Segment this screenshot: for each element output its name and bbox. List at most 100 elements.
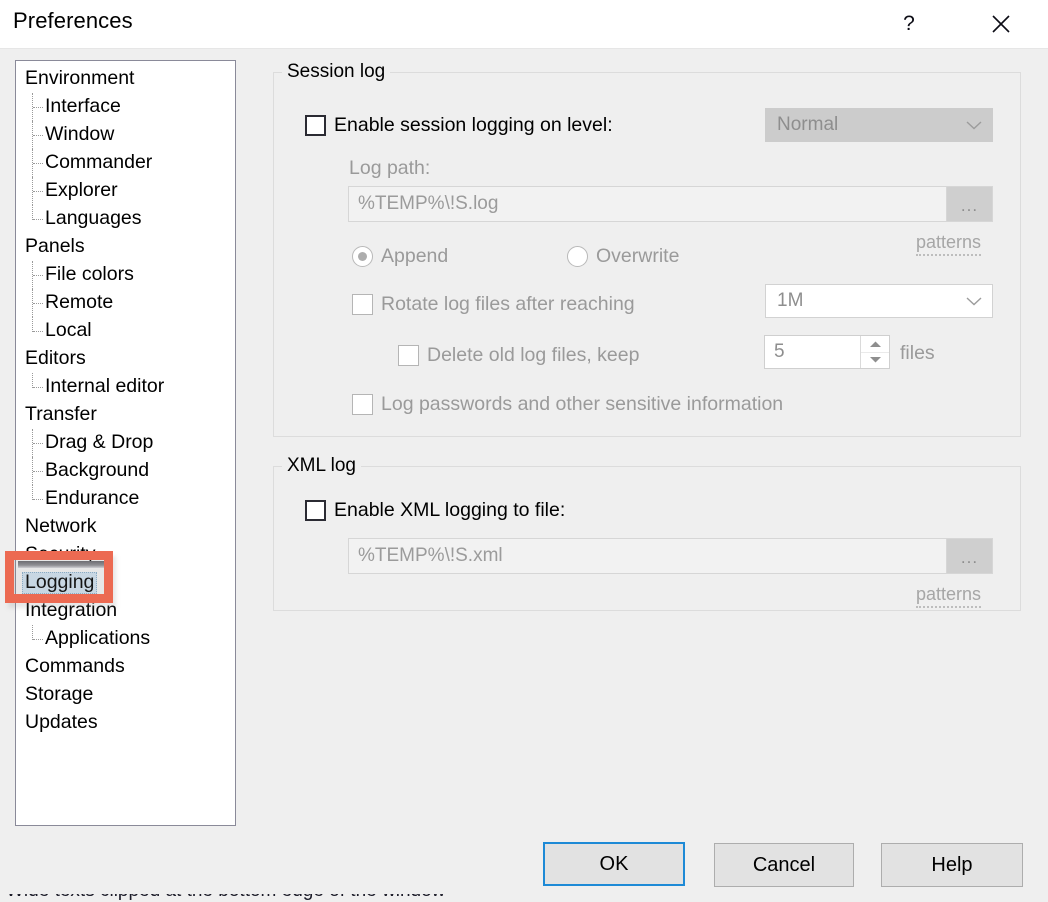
- sidebar-item-label: Endurance: [42, 489, 142, 509]
- sidebar-item-commander[interactable]: Commander: [16, 149, 155, 177]
- sidebar-item-explorer[interactable]: Explorer: [16, 177, 121, 205]
- sidebar-item-label: Editors: [22, 349, 89, 369]
- append-label: Append: [381, 245, 448, 268]
- enable-xml-logging-checkbox[interactable]: [305, 500, 326, 521]
- sidebar-item-file-colors[interactable]: File colors: [16, 261, 137, 289]
- overwrite-radio-row[interactable]: Overwrite: [567, 245, 679, 268]
- triangle-down-icon: [869, 356, 882, 364]
- append-radio-row[interactable]: Append: [352, 245, 448, 268]
- log-passwords-row[interactable]: Log passwords and other sensitive inform…: [352, 393, 783, 416]
- preferences-category-tree[interactable]: Environment Interface Window Commander Explo…: [15, 60, 236, 826]
- overwrite-label: Overwrite: [596, 245, 679, 268]
- sidebar-item-network[interactable]: Network: [16, 513, 100, 541]
- sidebar-item-label: Drag & Drop: [42, 433, 156, 453]
- help-footer-button[interactable]: Help: [881, 843, 1023, 887]
- delete-old-log-files-checkbox[interactable]: [398, 345, 419, 366]
- sidebar-item-remote[interactable]: Remote: [16, 289, 116, 317]
- selection-shadow-bar: [18, 561, 106, 568]
- sidebar-item-label: Background: [42, 461, 152, 481]
- spinner-up-button[interactable]: [861, 336, 889, 353]
- enable-session-logging-checkbox[interactable]: [305, 115, 326, 136]
- sidebar-item-label: Explorer: [42, 181, 121, 201]
- chevron-down-icon: [966, 121, 982, 130]
- sidebar-item-label: File colors: [42, 265, 137, 285]
- chevron-down-icon: [966, 297, 982, 306]
- keep-files-spin-buttons[interactable]: [860, 336, 889, 368]
- sidebar-item-local[interactable]: Local: [16, 317, 95, 345]
- sidebar-item-label: Updates: [22, 713, 101, 733]
- sidebar-item-background[interactable]: Background: [16, 457, 152, 485]
- sidebar-item-label: Panels: [22, 237, 88, 257]
- close-icon: [990, 13, 1012, 35]
- bottom-clipped-text: Wide texts clipped at the bottom edge of…: [0, 894, 1048, 902]
- sidebar-item-commands[interactable]: Commands: [16, 653, 128, 681]
- xml-log-path-value: %TEMP%\!S.xml: [349, 539, 946, 573]
- sidebar-item-label: Internal editor: [42, 377, 167, 397]
- sidebar-item-languages[interactable]: Languages: [16, 205, 145, 233]
- sidebar-item-applications[interactable]: Applications: [16, 625, 153, 653]
- xml-log-path-browse-button[interactable]: ...: [946, 539, 992, 573]
- ok-button-label: OK: [600, 853, 629, 876]
- enable-xml-logging-label: Enable XML logging to file:: [334, 499, 565, 522]
- cancel-button-label: Cancel: [753, 854, 815, 877]
- log-path-label: Log path:: [349, 157, 430, 180]
- close-button[interactable]: [978, 0, 1024, 47]
- files-unit-label: files: [900, 342, 935, 365]
- rotate-log-files-checkbox[interactable]: [352, 294, 373, 315]
- sidebar-item-environment[interactable]: Environment: [16, 65, 137, 93]
- sidebar-item-label: Window: [42, 125, 117, 145]
- enable-session-logging-label: Enable session logging on level:: [334, 114, 613, 137]
- sidebar-item-interface[interactable]: Interface: [16, 93, 124, 121]
- sidebar-item-label: Applications: [42, 629, 153, 649]
- keep-files-value: 5: [765, 336, 860, 368]
- sidebar-item-updates[interactable]: Updates: [16, 709, 101, 737]
- sidebar-item-label: Interface: [42, 97, 124, 117]
- sidebar-item-storage[interactable]: Storage: [16, 681, 96, 709]
- sidebar-item-label: Storage: [22, 685, 96, 705]
- session-log-level-value: Normal: [777, 114, 838, 136]
- rotate-log-files-row[interactable]: Rotate log files after reaching: [352, 293, 635, 316]
- rotate-size-combo[interactable]: 1M: [765, 284, 993, 318]
- session-log-group-title: Session log: [282, 61, 390, 83]
- session-log-level-combo[interactable]: Normal: [765, 108, 993, 142]
- cancel-button[interactable]: Cancel: [714, 843, 854, 887]
- sidebar-item-label: Commands: [22, 657, 128, 677]
- help-button-label: Help: [931, 854, 972, 877]
- overwrite-radio[interactable]: [567, 246, 588, 267]
- triangle-up-icon: [869, 340, 882, 348]
- keep-files-spinner[interactable]: 5: [764, 335, 890, 369]
- enable-xml-logging-row[interactable]: Enable XML logging to file:: [305, 499, 565, 522]
- sidebar-item-label: Network: [22, 517, 100, 537]
- sidebar-item-transfer[interactable]: Transfer: [16, 401, 100, 429]
- sidebar-item-label: Local: [42, 321, 95, 341]
- sidebar-item-label: Commander: [42, 153, 155, 173]
- rotate-size-value: 1M: [777, 290, 803, 312]
- log-path-value: %TEMP%\!S.log: [349, 187, 946, 221]
- xml-log-path-field[interactable]: %TEMP%\!S.xml ...: [348, 538, 993, 574]
- sidebar-item-panels[interactable]: Panels: [16, 233, 88, 261]
- sidebar-item-label: Transfer: [22, 405, 100, 425]
- ok-button[interactable]: OK: [543, 842, 685, 886]
- spinner-down-button[interactable]: [861, 353, 889, 369]
- xml-log-patterns-link[interactable]: patterns: [916, 584, 981, 608]
- rotate-log-files-label: Rotate log files after reaching: [381, 293, 635, 316]
- sidebar-item-label: Environment: [22, 69, 137, 89]
- log-passwords-checkbox[interactable]: [352, 394, 373, 415]
- sidebar-item-window[interactable]: Window: [16, 121, 117, 149]
- sidebar-item-label: Remote: [42, 293, 116, 313]
- sidebar-item-label: Languages: [42, 209, 145, 229]
- sidebar-item-endurance[interactable]: Endurance: [16, 485, 142, 513]
- sidebar-item-editors[interactable]: Editors: [16, 345, 89, 373]
- enable-session-logging-row[interactable]: Enable session logging on level:: [305, 114, 613, 137]
- log-path-field[interactable]: %TEMP%\!S.log ...: [348, 186, 993, 222]
- append-radio[interactable]: [352, 246, 373, 267]
- xml-log-group-title: XML log: [282, 455, 361, 477]
- bottom-clipped-text-value: Wide texts clipped at the bottom edge of…: [6, 894, 445, 902]
- sidebar-item-drag-drop[interactable]: Drag & Drop: [16, 429, 156, 457]
- sidebar-item-internal-editor[interactable]: Internal editor: [16, 373, 167, 401]
- session-log-patterns-link[interactable]: patterns: [916, 232, 981, 256]
- help-button[interactable]: ?: [886, 0, 932, 47]
- delete-old-log-files-row[interactable]: Delete old log files, keep: [398, 344, 639, 367]
- question-mark-icon: ?: [903, 12, 915, 36]
- log-path-browse-button[interactable]: ...: [946, 187, 992, 221]
